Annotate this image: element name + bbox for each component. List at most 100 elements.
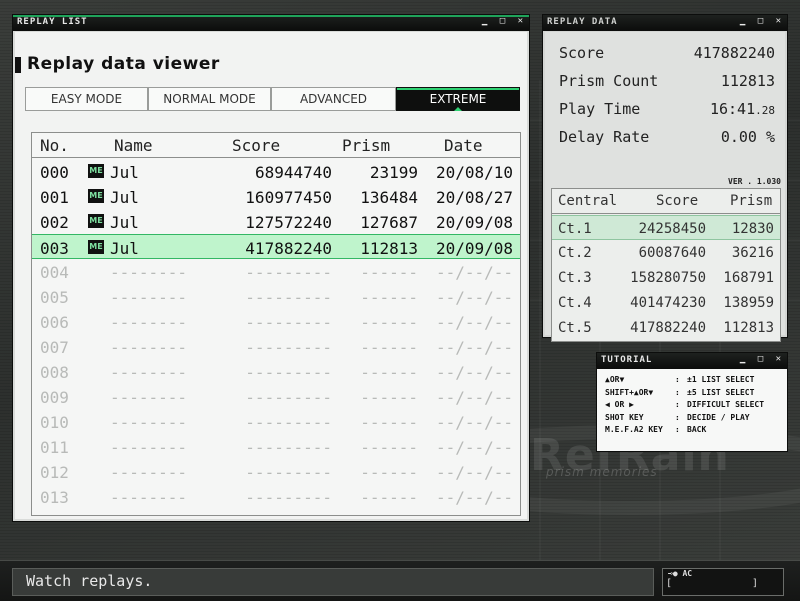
replay-row[interactable]: 002 ME Jul 127572240 127687 20/09/08	[32, 209, 520, 234]
row-name-placeholder: --------	[110, 338, 188, 357]
stat-label: Score	[559, 44, 605, 62]
tutorial-key: SHOT KEY	[605, 412, 644, 422]
replay-row[interactable]: 003 ME Jul 417882240 112813 20/09/08	[32, 234, 520, 259]
tutorial-key: M.E.F.A2 KEY	[605, 425, 663, 434]
row-no: 000	[40, 163, 69, 182]
row-name-placeholder: --------	[110, 488, 188, 507]
tab-normal-mode[interactable]: NORMAL MODE	[148, 87, 271, 111]
tutorial-key: SHIFT+▲OR▼	[605, 387, 654, 397]
tab-label: EXTREME	[429, 92, 487, 106]
row-score-placeholder: ---------	[245, 263, 332, 282]
central-table: Central Score Prism Ct.1 24258450 12830 Ct.…	[551, 188, 781, 342]
maximize-icon[interactable]: □	[758, 354, 765, 364]
tutorial-action: DECIDE / PLAY	[687, 412, 750, 422]
me-badge-icon: ME	[88, 164, 104, 178]
minimize-icon[interactable]: ▁	[740, 16, 747, 26]
tutorial-key: ▲OR▼	[605, 375, 625, 384]
ac-indicator-label: ⊸● AC	[668, 569, 693, 578]
replay-list-window-title: REPLAY LIST	[17, 17, 88, 27]
central-score: 24258450	[638, 221, 706, 237]
central-label: Ct.3	[558, 270, 592, 286]
tab-easy-mode[interactable]: EASY MODE	[25, 87, 148, 111]
column-header-name: Name	[114, 136, 153, 155]
row-no: 011	[40, 438, 69, 457]
replay-row[interactable]: 000 ME Jul 68944740 23199 20/08/10	[32, 159, 520, 184]
replay-table-header: No. Name Score Prism Date	[32, 133, 520, 158]
minimize-icon[interactable]: ▁	[740, 354, 747, 364]
central-prism: 12830	[731, 221, 774, 237]
central-score: 401474230	[630, 295, 706, 311]
row-name-placeholder: --------	[110, 288, 188, 307]
logo-subtitle: prism memories	[546, 465, 658, 479]
empty-replay-row[interactable]: 006 -------- --------- ------ --/--/--	[32, 309, 520, 334]
empty-replay-row[interactable]: 010 -------- --------- ------ --/--/--	[32, 409, 520, 434]
row-prism: 23199	[369, 163, 418, 182]
empty-replay-row[interactable]: 004 -------- --------- ------ --/--/--	[32, 259, 520, 284]
row-name-placeholder: --------	[110, 413, 188, 432]
row-prism-placeholder: ------	[360, 388, 418, 407]
tutorial-action: ±5 LIST SELECT	[687, 387, 755, 397]
row-no: 009	[40, 388, 69, 407]
empty-replay-row[interactable]: 012 -------- --------- ------ --/--/--	[32, 459, 520, 484]
central-label: Ct.4	[558, 295, 592, 311]
row-name: Jul	[110, 163, 139, 182]
empty-replay-row[interactable]: 009 -------- --------- ------ --/--/--	[32, 384, 520, 409]
central-score: 417882240	[630, 320, 706, 336]
maximize-icon[interactable]: □	[500, 16, 507, 26]
row-no: 001	[40, 188, 69, 207]
row-name-placeholder: --------	[110, 463, 188, 482]
stat-value: 112813	[720, 72, 775, 90]
close-icon[interactable]: ✕	[518, 16, 525, 26]
active-tab-pointer-icon	[454, 107, 462, 111]
replay-data-body: Score 417882240 Prism Count 112813 Play …	[545, 32, 785, 342]
row-no: 007	[40, 338, 69, 357]
column-header-score: Score	[656, 193, 699, 209]
empty-replay-row[interactable]: 008 -------- --------- ------ --/--/--	[32, 359, 520, 384]
maximize-icon[interactable]: □	[758, 16, 765, 26]
row-date-placeholder: --/--/--	[436, 263, 514, 282]
play-time-fraction: .28	[755, 104, 775, 117]
tab-extreme[interactable]: EXTREME	[396, 87, 520, 111]
row-prism-placeholder: ------	[360, 338, 418, 357]
tab-label: EASY MODE	[50, 92, 123, 106]
empty-replay-row[interactable]: 013 -------- --------- ------ --/--/--	[32, 484, 520, 509]
central-label: Ct.1	[558, 221, 592, 237]
row-score: 68944740	[254, 163, 332, 182]
version-label: VER . 1.030	[728, 177, 781, 186]
empty-replay-row[interactable]: 007 -------- --------- ------ --/--/--	[32, 334, 520, 359]
empty-replay-row[interactable]: 011 -------- --------- ------ --/--/--	[32, 434, 520, 459]
stat-label: Play Time	[559, 100, 641, 118]
tutorial-titlebar[interactable]: TUTORIAL ▁ □ ✕	[597, 353, 787, 369]
difficulty-tabs: EASY MODE NORMAL MODE ADVANCED EXTREME	[25, 87, 520, 111]
tab-advanced[interactable]: ADVANCED	[271, 87, 396, 111]
ac-bracket-right: ]	[752, 578, 759, 589]
row-prism-placeholder: ------	[360, 463, 418, 482]
row-name: Jul	[110, 239, 139, 258]
replay-list-titlebar[interactable]: REPLAY LIST ▁ □ ✕	[13, 15, 529, 31]
me-badge-icon: ME	[88, 240, 104, 254]
row-name-placeholder: --------	[110, 388, 188, 407]
stat-value: 16:41.28	[710, 100, 775, 118]
minimize-icon[interactable]: ▁	[482, 16, 489, 26]
central-score: 60087640	[638, 245, 706, 261]
row-no: 003	[40, 239, 69, 258]
empty-replay-row[interactable]: 005 -------- --------- ------ --/--/--	[32, 284, 520, 309]
replay-row[interactable]: 001 ME Jul 160977450 136484 20/08/27	[32, 184, 520, 209]
replay-table: No. Name Score Prism Date 000 ME Jul 689447…	[31, 132, 521, 516]
row-score-placeholder: ---------	[245, 338, 332, 357]
close-icon[interactable]: ✕	[776, 16, 783, 26]
replay-data-titlebar[interactable]: REPLAY DATA ▁ □ ✕	[543, 15, 787, 31]
column-header-prism: Prism	[730, 193, 773, 209]
close-icon[interactable]: ✕	[776, 354, 783, 364]
central-prism: 138959	[723, 295, 774, 311]
row-no: 008	[40, 363, 69, 382]
row-date: 20/09/08	[436, 239, 514, 258]
tutorial-separator: :	[675, 387, 680, 397]
row-prism-placeholder: ------	[360, 313, 418, 332]
column-header-score: Score	[232, 136, 281, 155]
row-score-placeholder: ---------	[245, 363, 332, 382]
row-score: 160977450	[245, 188, 332, 207]
row-score-placeholder: ---------	[245, 288, 332, 307]
row-name: Jul	[110, 213, 139, 232]
central-label: Ct.2	[558, 245, 592, 261]
